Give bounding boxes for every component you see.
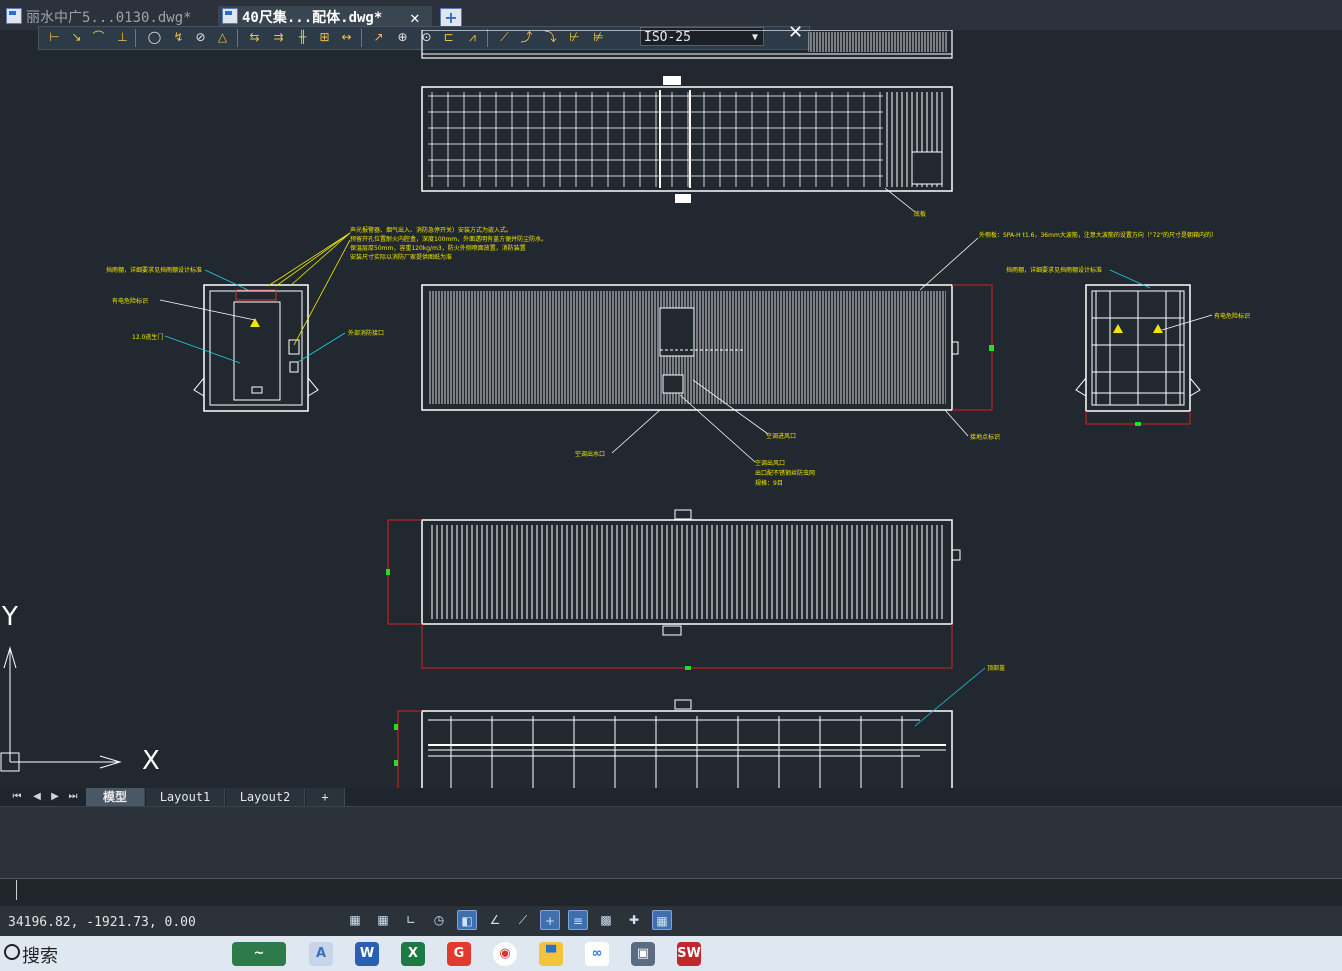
command-input[interactable] — [0, 878, 1342, 908]
snap-icon[interactable]: ▦ — [373, 910, 393, 930]
label-rain-shelter-left: 挡雨棚，详细要求见挡雨棚设计标准 — [106, 267, 203, 274]
new-tab-button[interactable]: + — [440, 8, 462, 28]
word-icon[interactable]: W — [355, 942, 379, 966]
lineweight-icon[interactable]: ≡ — [568, 910, 588, 930]
label-rain-shelter-right: 挡雨棚，详细要求见挡雨棚设计标准 — [1006, 267, 1103, 274]
widgets-icon[interactable]: ~ — [232, 942, 286, 966]
taskbar-search-label[interactable]: 搜索 — [22, 942, 58, 968]
command-history — [0, 806, 1342, 879]
prev-layout-icon[interactable]: ◀ — [30, 790, 44, 804]
frame-view — [394, 699, 953, 788]
tab-layout2[interactable]: Layout2 — [226, 788, 305, 806]
right-end-view — [1075, 284, 1201, 426]
drawing-canvas[interactable]: 声光报警器、烟气出入、消防急停开关）安装方式为嵌入式。 预留开孔位置耐火内腔盒，… — [0, 30, 1342, 788]
search-icon[interactable] — [4, 944, 20, 960]
transparency-icon[interactable]: ▩ — [596, 910, 616, 930]
note-line: 安装尺寸实际以消防厂家提供图纸为准 — [350, 254, 453, 261]
floor-plan-view — [421, 76, 953, 213]
excel-icon[interactable]: X — [401, 942, 425, 966]
label-grounding: 接地点标识 — [970, 434, 1001, 441]
label-ac-outlet-line: 出口配不锈钢丝防虫网 — [755, 470, 816, 477]
tab-layout1[interactable]: Layout1 — [146, 788, 225, 806]
coordinate-readout: 34196.82, -1921.73, 0.00 — [8, 915, 196, 930]
explorer-icon[interactable]: ▀ — [539, 942, 563, 966]
dwg-file-icon — [6, 8, 22, 24]
note-line: 声光报警器、烟气出入、消防急停开关）安装方式为嵌入式。 — [350, 227, 513, 234]
fire-equipment-note: 声光报警器、烟气出入、消防急停开关）安装方式为嵌入式。 预留开孔位置耐火内腔盒，… — [350, 226, 547, 262]
ucs-x-label: X — [142, 746, 160, 776]
polar-icon[interactable]: ◷ — [429, 910, 449, 930]
remote-desktop-icon[interactable]: ▣ — [631, 942, 655, 966]
label-ac-outlet-line: 空调出风口 — [755, 460, 786, 467]
tab-model[interactable]: 模型 — [86, 788, 145, 806]
next-layout-icon[interactable]: ▶ — [48, 790, 62, 804]
top-partial-view — [421, 30, 953, 59]
dyn-input-icon[interactable]: + — [540, 910, 560, 930]
command-cursor — [16, 880, 17, 900]
left-end-view — [193, 284, 319, 412]
first-layout-icon[interactable]: ⏮ — [10, 790, 24, 804]
dwg-file-icon — [222, 8, 238, 24]
cad-app-icon[interactable]: A — [309, 942, 333, 966]
selection-cycling-icon[interactable]: ✚ — [624, 910, 644, 930]
label-electric-hazard-right: 有电危险标识 — [1214, 313, 1251, 320]
tab-file-1-label: 丽水中广5...0130.dwg* — [26, 10, 192, 26]
ortho-icon[interactable]: ∟ — [401, 910, 421, 930]
label-electric-hazard-left: 有电危险标识 — [112, 298, 149, 305]
label-ac-outlet: 空调出风口 出口配不锈钢丝防虫网 规格：9目 — [755, 459, 815, 489]
chrome-icon[interactable]: ◉ — [493, 942, 517, 966]
wps-icon[interactable]: G — [447, 942, 471, 966]
grid-icon[interactable]: ▦ — [345, 910, 365, 930]
note-line: 保温层厚50mm，容重120kg/m3，防火外侧喷面放置，消防装置 — [350, 245, 526, 252]
ucs-y-label: Y — [2, 602, 18, 632]
label-ac-drain: 空调出水口 — [575, 451, 606, 458]
label-floor: 底板 — [914, 211, 927, 218]
dyn-ucs-icon[interactable]: ⟋ — [513, 910, 533, 930]
osnap-icon[interactable]: ◧ — [457, 910, 477, 930]
note-line: 预留开孔位置耐火内腔盒，深度100mm，外面透明有盖方便并防尘防水。 — [350, 236, 548, 243]
otrack-icon[interactable]: ∠ — [485, 910, 505, 930]
windows-taskbar — [0, 936, 1342, 971]
label-fire-interface: 外部消防接口 — [348, 330, 385, 337]
roof-view — [386, 509, 961, 670]
ucs-icon — [0, 646, 122, 772]
solidworks-icon[interactable]: SW — [677, 942, 701, 966]
last-layout-icon[interactable]: ⏭ — [66, 790, 80, 804]
baidu-netdisk-icon[interactable]: ∞ — [585, 942, 609, 966]
tab-file-2-label: 40尺集...配体.dwg* — [242, 10, 383, 26]
add-layout-button[interactable]: + — [306, 788, 345, 806]
label-roof: 顶部盖 — [987, 665, 1006, 672]
label-ac-outlet-line: 规格：9目 — [755, 480, 783, 487]
annotation-monitor-icon[interactable]: ▦ — [652, 910, 672, 930]
cad-drawing — [0, 30, 1213, 788]
label-outer-panel: 外侧板：SPA-H t1.6，36mm大波筋，注意大波筋的设置方向（"72"的尺… — [979, 232, 1217, 239]
label-escape-door: 12.0逃生门 — [132, 334, 164, 341]
layout-tab-bar: ⏮ ◀ ▶ ⏭ 模型 Layout1 Layout2 + — [0, 788, 1342, 806]
label-ac-inlet: 空调进风口 — [766, 433, 797, 440]
